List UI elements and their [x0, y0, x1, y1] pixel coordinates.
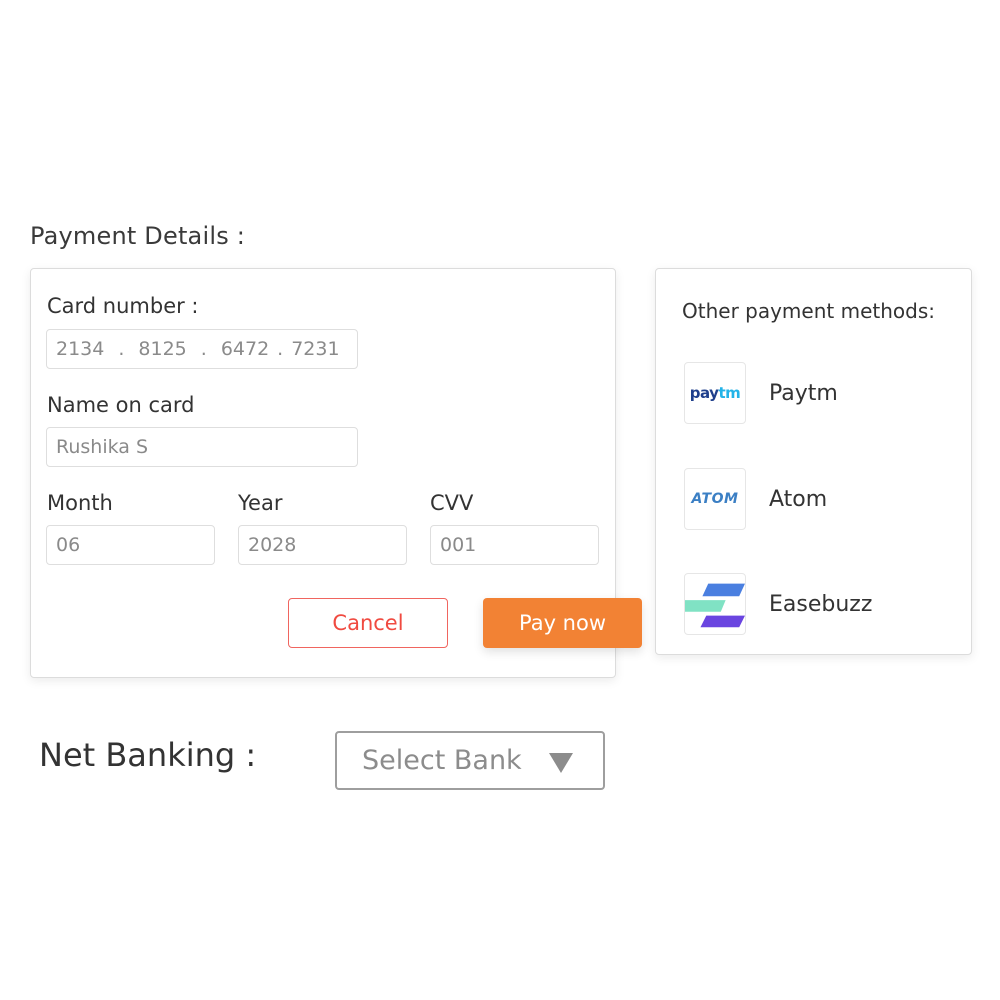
cancel-button[interactable]: Cancel — [288, 598, 448, 648]
atom-logo-text: ATOM — [691, 491, 739, 507]
paytm-logo-icon: paytm — [684, 362, 746, 424]
card-number-input[interactable]: 2134 . 8125 . 6472 . 7231 — [46, 329, 358, 369]
paytm-logo-text-a: pay — [689, 384, 719, 402]
month-input[interactable]: 06 — [46, 525, 215, 565]
name-on-card-input[interactable]: Rushika S — [46, 427, 358, 467]
select-bank-dropdown[interactable]: Select Bank — [335, 731, 605, 790]
other-payment-methods-title: Other payment methods: — [682, 299, 935, 323]
net-banking-label: Net Banking : — [39, 736, 257, 774]
paytm-logo-text-b: tm — [718, 384, 741, 402]
atom-logo-icon: ATOM — [684, 468, 746, 530]
cvv-input[interactable]: 001 — [430, 525, 599, 565]
easebuzz-stripes-icon — [685, 583, 745, 628]
card-number-segment: 6472 — [220, 338, 270, 360]
payment-method-label: Atom — [769, 486, 828, 512]
card-number-separator: . — [277, 338, 284, 360]
card-number-label: Card number : — [47, 294, 199, 318]
card-number-segment: 8125 — [138, 338, 187, 360]
payment-method-label: Paytm — [769, 380, 838, 406]
name-on-card-label: Name on card — [47, 393, 195, 417]
year-input[interactable]: 2028 — [238, 525, 407, 565]
card-number-segment: 2134 — [56, 338, 105, 360]
card-number-separator: . — [118, 338, 125, 360]
pay-now-button[interactable]: Pay now — [483, 598, 642, 648]
cvv-label: CVV — [430, 491, 474, 515]
card-number-separator: . — [200, 338, 207, 360]
payment-method-atom[interactable]: ATOM Atom — [684, 468, 827, 530]
caret-down-icon — [549, 753, 573, 773]
month-label: Month — [47, 491, 113, 515]
easebuzz-logo-icon — [684, 573, 746, 635]
card-number-segment: 7231 — [291, 338, 340, 360]
year-label: Year — [238, 491, 283, 515]
payment-details-title: Payment Details : — [30, 222, 246, 250]
payment-method-label: Easebuzz — [769, 591, 873, 617]
payment-method-easebuzz[interactable]: Easebuzz — [684, 573, 872, 635]
select-bank-placeholder: Select Bank — [362, 745, 522, 776]
payment-method-paytm[interactable]: paytm Paytm — [684, 362, 838, 424]
